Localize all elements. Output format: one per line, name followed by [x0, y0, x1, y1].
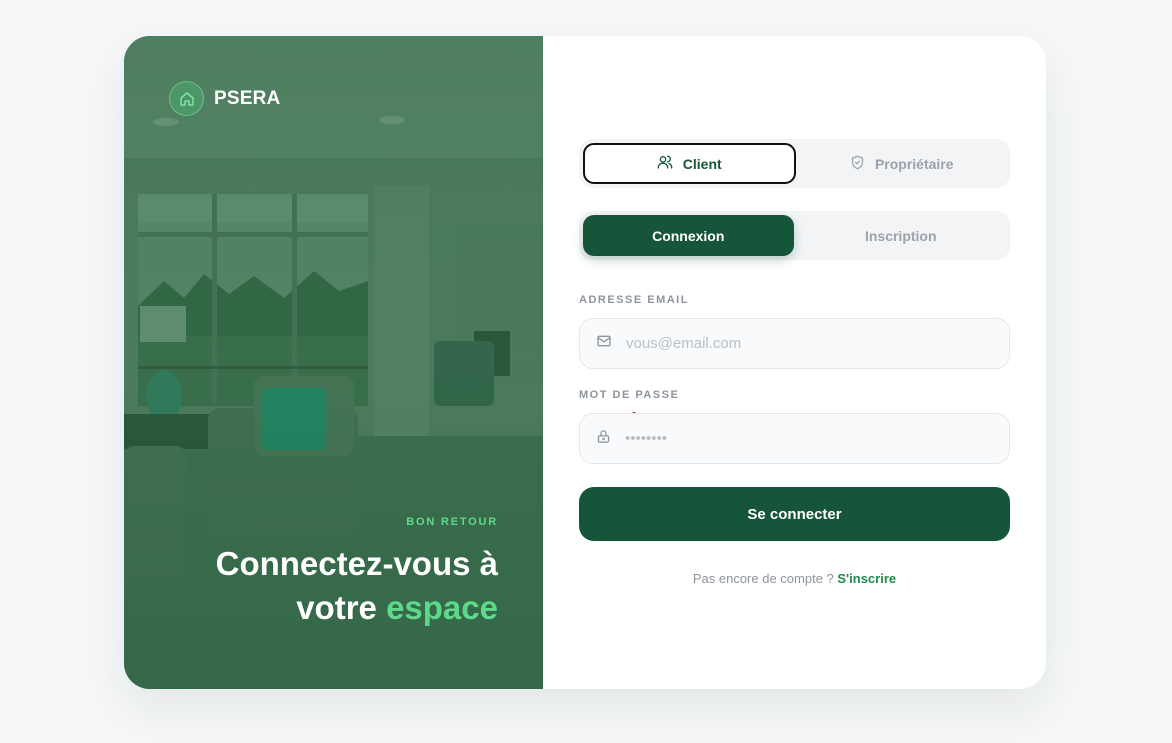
password-field-wrapper — [579, 413, 1010, 464]
hero-title-line2: votre espace — [216, 586, 498, 630]
shield-icon — [850, 155, 865, 173]
brand[interactable]: PSERA — [169, 81, 280, 116]
password-label: MOT DE PASSE — [579, 389, 680, 401]
hero-title-plain: votre — [296, 589, 387, 626]
tab-client[interactable]: Client — [583, 143, 796, 184]
email-field-wrapper — [579, 318, 1010, 369]
hero-title: Connectez-vous à votre espace — [216, 542, 498, 630]
home-icon — [169, 81, 204, 116]
tab-proprietaire-label: Propriétaire — [874, 155, 954, 172]
hero-title-accent: espace — [386, 589, 498, 626]
hero-title-line1: Connectez-vous à — [215, 545, 498, 582]
users-icon — [657, 154, 673, 173]
mail-icon — [596, 333, 612, 354]
signup-prompt: Pas encore de compte ? S'inscrire — [579, 571, 1010, 586]
tab-proprietaire[interactable]: Propriétaire — [798, 143, 1007, 184]
tab-connexion[interactable]: Connexion — [583, 215, 794, 256]
tab-inscription[interactable]: Inscription — [796, 215, 1007, 256]
brand-name: PSERA — [214, 87, 281, 109]
hero-text: BON RETOUR Connectez-vous à votre espace — [216, 516, 498, 630]
lock-icon — [596, 429, 611, 449]
tab-client-label: Client — [682, 155, 722, 172]
hero-panel: PSERA BON RETOUR Connectez-vous à votre … — [124, 36, 543, 689]
email-label: ADRESSE EMAIL — [579, 294, 689, 306]
email-field[interactable] — [626, 335, 986, 352]
mode-switch: Connexion Inscription — [579, 211, 1010, 260]
signup-prompt-text: Pas encore de compte ? — [692, 571, 838, 586]
password-field[interactable] — [625, 430, 985, 447]
login-button[interactable]: Se connecter — [579, 487, 1010, 541]
hero-kicker: BON RETOUR — [406, 516, 498, 528]
signup-link[interactable]: S'inscrire — [837, 571, 896, 586]
role-switch: Client Propriétaire — [579, 139, 1010, 188]
